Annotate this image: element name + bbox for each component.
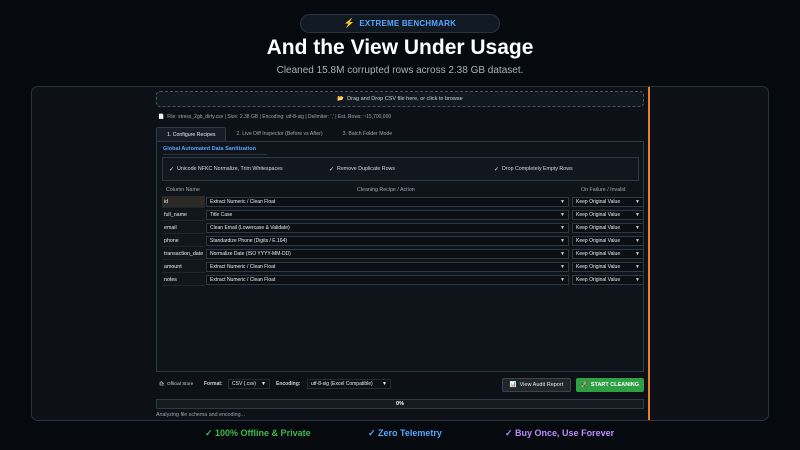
- header-on-failure: On Failure / Invalid: [581, 187, 626, 193]
- tab-configure-recipes[interactable]: 1. Configure Recipes: [156, 127, 227, 141]
- caret-down-icon: ▼: [635, 251, 640, 257]
- caret-down-icon: ▼: [635, 238, 640, 244]
- failure-select[interactable]: Keep Original Value ▼: [572, 210, 644, 220]
- progress-bar: 0%: [156, 399, 644, 409]
- caret-down-icon: ▼: [261, 381, 266, 387]
- table-row: email Clean Email (Lowercase & Validate)…: [162, 222, 644, 234]
- file-info: 📄 File: stress_2gb_dirty.csv | Size: 2.3…: [158, 114, 391, 120]
- table-row: phone Standardize Phone (Digits / E.164)…: [162, 235, 644, 247]
- format-select[interactable]: CSV (.csv) ▼: [228, 379, 270, 389]
- view-audit-report-button[interactable]: 📊 View Audit Report: [502, 378, 571, 392]
- accent-divider: [648, 87, 650, 420]
- recipe-select[interactable]: Extract Numeric / Clean Float ▼: [206, 262, 569, 272]
- column-name: full_name: [162, 209, 205, 221]
- option-label: Drop Completely Empty Rows: [502, 166, 573, 172]
- table-row: id Extract Numeric / Clean Float ▼ Keep O…: [162, 196, 644, 208]
- status-text: Analyzing file schema and encoding...: [156, 412, 245, 418]
- tab-live-diff-inspector[interactable]: 2. Live Diff Inspector (Before vs After): [226, 127, 332, 141]
- failure-select[interactable]: Keep Original Value ▼: [572, 197, 644, 207]
- bottom-toolbar: 🛍 Official Store Format: CSV (.csv) ▼ Enc…: [156, 378, 644, 392]
- file-info-text: File: stress_2gb_dirty.csv | Size: 2.38 …: [167, 114, 392, 120]
- headline: And the View Under Usage: [266, 36, 534, 59]
- column-name: phone: [162, 235, 205, 247]
- column-name: email: [162, 222, 205, 234]
- report-icon: 📊: [509, 382, 517, 388]
- recipe-select[interactable]: Normalize Date (ISO YYYY-MM-DD) ▼: [206, 249, 569, 259]
- benchmark-badge: ⚡ EXTREME BENCHMARK: [300, 14, 500, 33]
- caret-down-icon: ▼: [560, 251, 565, 257]
- file-icon: 📄: [158, 114, 165, 120]
- official-store-link[interactable]: Official Store: [167, 381, 193, 386]
- encoding-select[interactable]: utf-8-sig (Excel Compatible) ▼: [307, 379, 391, 389]
- header-cleaning-recipe: Cleaning Recipe / Action: [357, 187, 415, 193]
- bolt-icon: ⚡: [343, 18, 356, 28]
- start-cleaning-button[interactable]: 🚀 START CLEANING: [576, 378, 644, 392]
- column-name: notes: [162, 274, 205, 286]
- section-title-underline: [163, 154, 267, 155]
- badge-label: EXTREME BENCHMARK: [359, 19, 457, 28]
- option-label: Unicode NFKC Normalize, Trim Whitespaces: [177, 166, 283, 172]
- footer-offline: ✓ 100% Offline & Private: [205, 428, 311, 438]
- recipe-select[interactable]: Extract Numeric / Clean Float ▼: [206, 275, 569, 285]
- column-name: transaction_date: [162, 248, 205, 260]
- option-label: Remove Duplicate Rows: [337, 166, 396, 172]
- progress-text: 0%: [396, 401, 404, 407]
- folder-icon: 📂: [337, 96, 345, 102]
- checkmark-icon: ✓: [329, 166, 335, 173]
- csv-dropzone[interactable]: 📂 Drag and Drop CSV file here, or click …: [156, 91, 644, 107]
- column-name: id: [162, 196, 205, 208]
- table-row: notes Extract Numeric / Clean Float ▼ Kee…: [162, 274, 644, 286]
- recipe-select[interactable]: Extract Numeric / Clean Float ▼: [206, 197, 569, 207]
- table-row: full_name Title Case ▼ Keep Original Valu…: [162, 209, 644, 221]
- tab-bar: 1. Configure Recipes 2. Live Diff Inspec…: [156, 127, 402, 141]
- format-label: Format:: [204, 381, 223, 387]
- caret-down-icon: ▼: [560, 212, 565, 218]
- recipe-select[interactable]: Title Case ▼: [206, 210, 569, 220]
- section-title: Global Automated Data Sanitization: [163, 146, 256, 152]
- caret-down-icon: ▼: [560, 225, 565, 231]
- checkmark-icon: ✓: [494, 166, 500, 173]
- caret-down-icon: ▼: [560, 277, 565, 283]
- app-window: 📂 Drag and Drop CSV file here, or click …: [31, 86, 769, 421]
- tab-batch-folder-mode[interactable]: 3. Batch Folder Mode: [333, 127, 403, 141]
- failure-select[interactable]: Keep Original Value ▼: [572, 223, 644, 233]
- caret-down-icon: ▼: [560, 264, 565, 270]
- store-icon: 🛍: [159, 381, 165, 386]
- option-drop-empty[interactable]: ✓ Drop Completely Empty Rows: [494, 166, 573, 173]
- dropzone-label: Drag and Drop CSV file here, or click to…: [347, 96, 463, 102]
- caret-down-icon: ▼: [635, 199, 640, 205]
- caret-down-icon: ▼: [382, 381, 387, 387]
- option-unicode-normalize[interactable]: ✓ Unicode NFKC Normalize, Trim Whitespac…: [169, 166, 329, 173]
- failure-select[interactable]: Keep Original Value ▼: [572, 262, 644, 272]
- recipe-select[interactable]: Standardize Phone (Digits / E.164) ▼: [206, 236, 569, 246]
- failure-select[interactable]: Keep Original Value ▼: [572, 249, 644, 259]
- rocket-icon: 🚀: [580, 382, 588, 388]
- footer-buy-once: ✓ Buy Once, Use Forever: [505, 428, 615, 438]
- option-remove-duplicates[interactable]: ✓ Remove Duplicate Rows: [329, 166, 494, 173]
- failure-select[interactable]: Keep Original Value ▼: [572, 275, 644, 285]
- checkmark-icon: ✓: [169, 166, 175, 173]
- header-column-name: Column Name: [166, 187, 200, 193]
- failure-select[interactable]: Keep Original Value ▼: [572, 236, 644, 246]
- caret-down-icon: ▼: [635, 277, 640, 283]
- encoding-label: Encoding:: [276, 381, 301, 387]
- caret-down-icon: ▼: [635, 212, 640, 218]
- caret-down-icon: ▼: [635, 264, 640, 270]
- caret-down-icon: ▼: [560, 238, 565, 244]
- table-row: transaction_date Normalize Date (ISO YYY…: [162, 248, 644, 260]
- sanitization-options: ✓ Unicode NFKC Normalize, Trim Whitespac…: [162, 157, 639, 181]
- subline: Cleaned 15.8M corrupted rows across 2.38…: [276, 65, 524, 76]
- column-name: amount: [162, 261, 205, 273]
- table-row: amount Extract Numeric / Clean Float ▼ Ke…: [162, 261, 644, 273]
- caret-down-icon: ▼: [560, 199, 565, 205]
- caret-down-icon: ▼: [635, 225, 640, 231]
- recipe-select[interactable]: Clean Email (Lowercase & Validate) ▼: [206, 223, 569, 233]
- footer-telemetry: ✓ Zero Telemetry: [368, 428, 442, 438]
- recipes-panel: Global Automated Data Sanitization ✓ Uni…: [156, 141, 644, 372]
